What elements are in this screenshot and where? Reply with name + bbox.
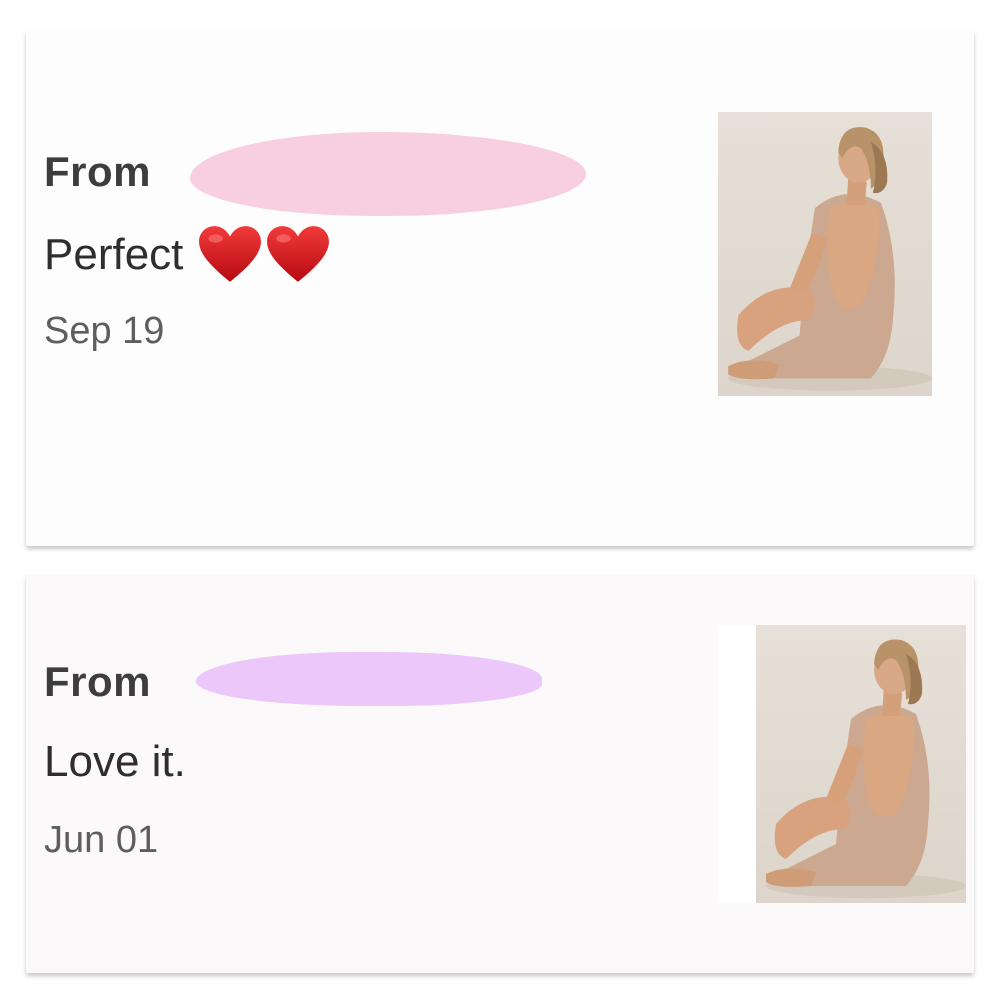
product-thumbnail[interactable]	[718, 112, 932, 396]
from-label: From	[44, 148, 151, 195]
review-message: Perfect	[44, 224, 331, 286]
product-thumbnail-frame[interactable]	[718, 625, 966, 903]
emoji-group	[197, 224, 331, 286]
red-heart-icon	[199, 226, 262, 282]
product-photo-image	[718, 112, 932, 396]
review-card: From Perfect Sep 19	[26, 30, 974, 546]
review-date: Sep 19	[44, 310, 165, 352]
review-date: Jun 01	[44, 819, 159, 861]
review-text: Perfect	[44, 230, 184, 279]
review-card: From Love it. Jun 01	[26, 575, 974, 973]
product-photo-image	[756, 625, 966, 903]
sender-row: From	[44, 652, 542, 706]
red-heart-icon	[267, 226, 330, 282]
sender-name-redaction	[190, 132, 586, 216]
product-thumbnail[interactable]	[756, 625, 966, 903]
product-thumbnail-frame[interactable]	[718, 112, 932, 396]
sender-name-redaction	[196, 652, 542, 706]
from-label: From	[44, 658, 151, 705]
review-text: Love it.	[44, 737, 186, 786]
sender-row: From	[44, 132, 586, 216]
review-message: Love it.	[44, 737, 186, 787]
